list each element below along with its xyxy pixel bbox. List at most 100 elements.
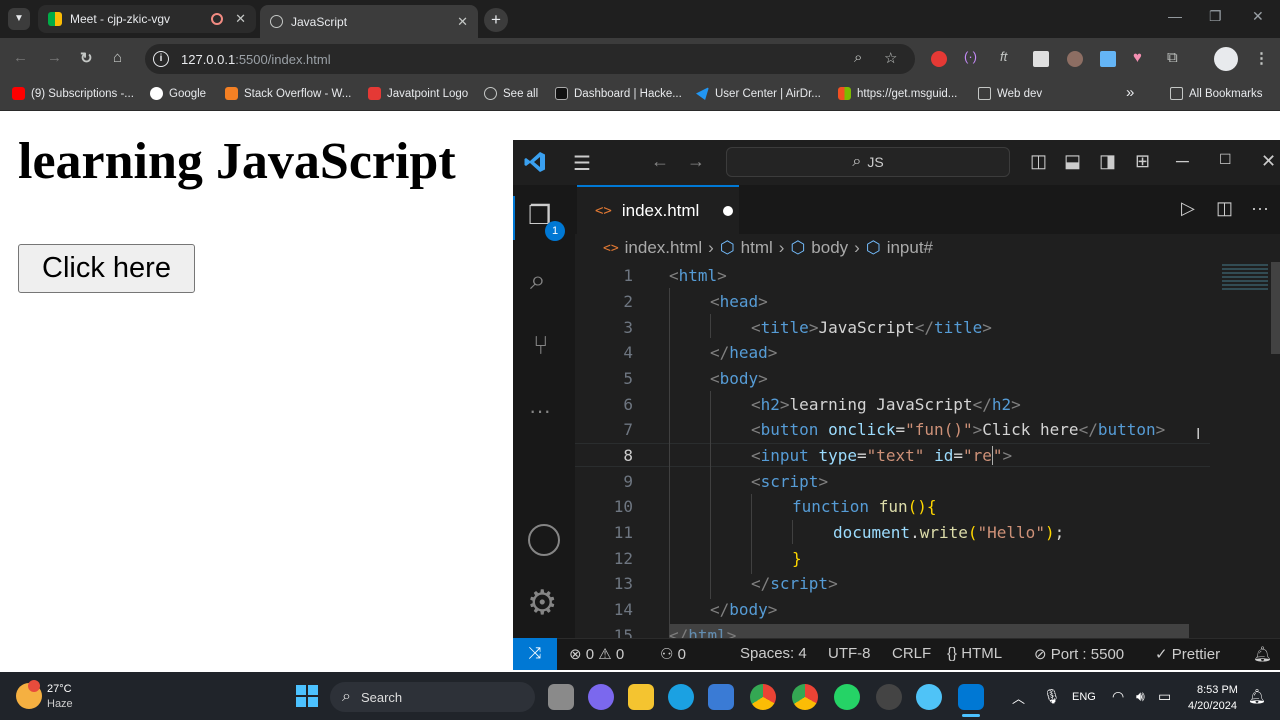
menu-kebab-icon[interactable]: ⋮ — [1254, 49, 1269, 67]
whatsapp-icon[interactable] — [834, 684, 860, 710]
remote-indicator-icon[interactable]: ⤨ — [513, 638, 557, 670]
close-tab-icon[interactable]: ✕ — [457, 14, 468, 30]
toggle-panel-icon[interactable]: ⬓ — [1064, 151, 1081, 172]
extension-icon[interactable] — [1033, 51, 1049, 67]
breadcrumb-item[interactable]: index.html — [625, 238, 702, 258]
taskbar-search[interactable]: ⌕ Search — [330, 682, 535, 712]
extension-icon[interactable]: ♥ — [1133, 49, 1142, 66]
new-tab-button[interactable]: + — [484, 8, 508, 32]
vscode-minimize-icon[interactable]: ─ — [1176, 151, 1189, 172]
extension-icon[interactable] — [1100, 51, 1116, 67]
indentation-status[interactable]: Spaces: 4 — [740, 645, 807, 662]
vscode-taskbar-icon[interactable] — [958, 684, 984, 710]
nav-forward-icon[interactable]: → — [687, 151, 705, 172]
chrome-profile-icon[interactable] — [792, 684, 818, 710]
bookmark-item[interactable]: Dashboard | Hacke... — [555, 87, 682, 100]
back-icon[interactable]: ← — [13, 49, 28, 66]
accounts-icon[interactable] — [528, 524, 560, 556]
reload-icon[interactable]: ↻ — [80, 49, 93, 67]
microphone-icon[interactable]: 🎙︎ — [1043, 688, 1061, 705]
address-bar[interactable]: i 127.0.0.1:5500/index.html — [145, 44, 915, 74]
bookmark-item[interactable]: https://get.msguid... — [838, 87, 957, 100]
bookmark-star-icon[interactable]: ☆ — [884, 49, 897, 67]
more-actions-icon[interactable]: ··· — [1251, 198, 1269, 219]
bookmark-item[interactable]: Google — [150, 87, 206, 100]
restore-icon[interactable]: ❐ — [1209, 8, 1222, 25]
editor-tab-index-html[interactable]: <> index.html — [577, 185, 739, 234]
language-mode[interactable]: {} HTML — [947, 645, 1002, 662]
notifications-bell-icon[interactable]: 🔔︎ — [1253, 645, 1272, 663]
wifi-icon[interactable]: ◠ — [1112, 688, 1124, 705]
extension-icon[interactable] — [931, 51, 947, 67]
ports-indicator[interactable]: ⚇ 0 — [660, 645, 686, 663]
chrome-icon[interactable] — [750, 684, 776, 710]
run-icon[interactable]: ▷ — [1181, 198, 1195, 219]
bookmark-item[interactable]: Stack Overflow - W... — [225, 87, 351, 100]
search-icon[interactable]: ⌕ — [530, 264, 546, 297]
vscode-close-icon[interactable]: ✕ — [1261, 151, 1276, 172]
volume-icon[interactable]: 🔊︎ — [1136, 688, 1145, 705]
source-control-icon[interactable]: ⑂ — [533, 330, 549, 361]
app-icon[interactable] — [916, 684, 942, 710]
site-info-icon[interactable]: i — [153, 51, 169, 67]
vertical-scrollbar[interactable] — [1271, 262, 1280, 354]
bookmark-item[interactable]: Javatpoint Logo — [368, 87, 468, 100]
battery-icon[interactable]: ▭ — [1158, 688, 1171, 705]
bookmark-item[interactable]: See all — [484, 87, 538, 100]
clock-date[interactable]: 4/20/2024 — [1188, 700, 1237, 712]
click-here-button[interactable]: Click here — [18, 244, 195, 293]
command-center-search[interactable]: ⌕ JS — [726, 147, 1010, 177]
eol-status[interactable]: CRLF — [892, 645, 931, 662]
menu-hamburger-icon[interactable]: ☰ — [573, 151, 591, 176]
encoding-status[interactable]: UTF-8 — [828, 645, 871, 662]
toggle-secondary-sidebar-icon[interactable]: ◨ — [1099, 151, 1116, 172]
notification-icon[interactable]: 🔔︎ — [1248, 688, 1266, 705]
forward-icon[interactable]: → — [47, 49, 62, 66]
bookmark-folder-web-dev[interactable]: Web dev — [978, 87, 1042, 100]
weather-temperature[interactable]: 27°C — [47, 683, 72, 695]
file-explorer-icon[interactable] — [628, 684, 654, 710]
live-server-port[interactable]: ⊘ Port : 5500 — [1034, 645, 1124, 663]
extension-icon[interactable] — [1067, 51, 1083, 67]
more-icon[interactable]: ··· — [529, 398, 551, 424]
input-language[interactable]: ENG — [1072, 691, 1096, 703]
bookmark-item[interactable]: (9) Subscriptions -... — [12, 87, 134, 100]
horizontal-scrollbar[interactable] — [669, 624, 1189, 638]
chevron-up-icon[interactable]: ︿ — [1012, 688, 1025, 707]
toggle-sidebar-icon[interactable]: ◫ — [1030, 151, 1047, 172]
zoom-icon[interactable]: ⌕ — [854, 49, 862, 66]
tab-search-button[interactable]: ▼ — [8, 8, 30, 30]
clock-time[interactable]: 8:53 PM — [1197, 684, 1238, 696]
prettier-status[interactable]: ✓ Prettier — [1155, 645, 1220, 663]
windows-start-icon[interactable] — [296, 685, 318, 707]
breadcrumb-item[interactable]: html — [741, 238, 773, 258]
bookmark-item[interactable]: User Center | AirDr... — [696, 87, 821, 100]
edge-icon[interactable] — [668, 684, 694, 710]
nav-back-icon[interactable]: ← — [651, 151, 669, 172]
close-window-icon[interactable]: ✕ — [1252, 8, 1264, 25]
split-editor-icon[interactable]: ◫ — [1216, 198, 1233, 219]
more-bookmarks-icon[interactable]: » — [1126, 84, 1134, 101]
profile-avatar[interactable] — [1214, 47, 1238, 71]
extension-icon[interactable]: (·) — [964, 49, 977, 64]
vscode-maximize-icon[interactable]: ☐ — [1219, 151, 1232, 168]
extension-icon[interactable]: ft — [1000, 49, 1007, 64]
store-icon[interactable] — [708, 684, 734, 710]
task-view-icon[interactable] — [548, 684, 574, 710]
unsaved-dot-icon[interactable] — [723, 205, 734, 216]
problems-indicator[interactable]: ⊗ 0 ⚠ 0 — [569, 645, 624, 663]
code-editor[interactable]: 1 2 3 4 5 6 7 8 9 10 11 12 13 14 15 <htm… — [575, 262, 1225, 638]
minimize-icon[interactable]: — — [1168, 8, 1182, 24]
home-icon[interactable]: ⌂ — [113, 49, 122, 66]
teams-icon[interactable] — [588, 684, 614, 710]
all-bookmarks[interactable]: All Bookmarks — [1170, 87, 1263, 100]
breadcrumb-item[interactable]: input# — [887, 238, 933, 258]
minimap[interactable] — [1222, 264, 1268, 290]
chatgpt-icon[interactable] — [876, 684, 902, 710]
customize-layout-icon[interactable]: ⊞ — [1135, 151, 1150, 172]
extensions-puzzle-icon[interactable]: ⧉ — [1167, 49, 1178, 66]
settings-gear-icon[interactable]: ⚙ — [527, 586, 557, 620]
breadcrumb-item[interactable]: body — [811, 238, 848, 258]
tab-meet[interactable]: Meet - cjp-zkic-vgv ✕ — [38, 5, 256, 33]
close-tab-icon[interactable]: ✕ — [235, 11, 246, 27]
